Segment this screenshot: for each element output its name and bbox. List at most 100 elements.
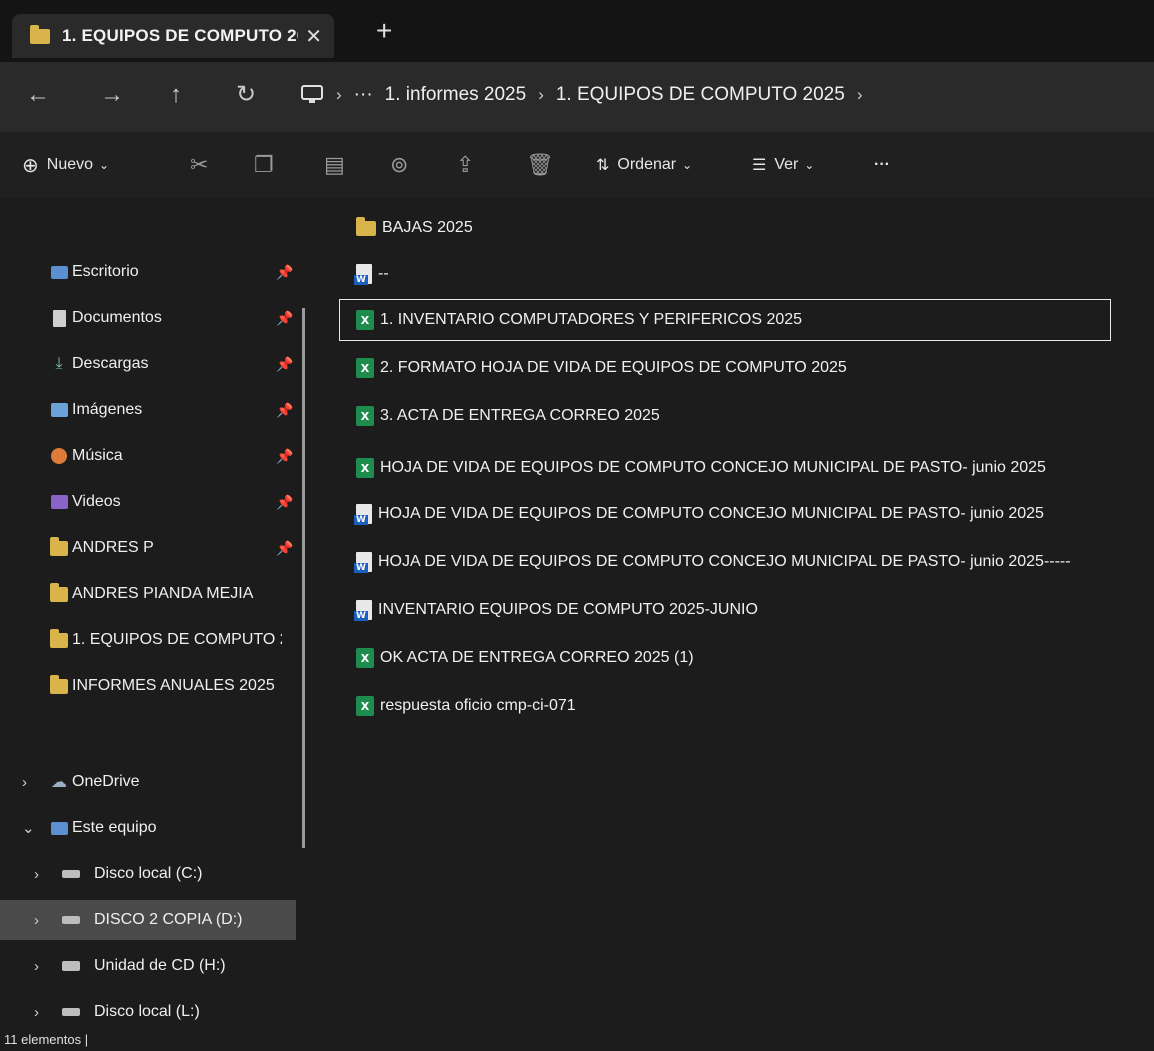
sidebar-item-documentos[interactable]: Documentos 📌 — [0, 298, 296, 338]
excel-file-icon: X — [356, 458, 374, 478]
sidebar-item-label: OneDrive — [72, 773, 140, 790]
pin-icon: 📌 — [276, 309, 294, 326]
videos-icon — [50, 493, 68, 511]
sidebar-item-label: Este equipo — [72, 819, 157, 836]
forward-arrow-icon[interactable]: → — [100, 78, 124, 112]
refresh-icon[interactable]: ↻ — [236, 78, 256, 112]
copy-icon[interactable]: ❐ — [254, 150, 274, 180]
list-item[interactable]: HOJA DE VIDA DE EQUIPOS DE COMPUTO CONCE… — [340, 494, 1106, 534]
folder-icon — [50, 628, 68, 649]
sidebar-item-este-equipo[interactable]: ⌄ Este equipo — [0, 808, 296, 848]
file-name: HOJA DE VIDA DE EQUIPOS DE COMPUTO CONCE… — [380, 459, 1046, 476]
excel-file-icon: X — [356, 696, 374, 716]
sidebar-item-imagenes[interactable]: Imágenes 📌 — [0, 390, 296, 430]
list-item[interactable]: HOJA DE VIDA DE EQUIPOS DE COMPUTO CONCE… — [340, 542, 1106, 582]
pin-icon: 📌 — [276, 493, 294, 510]
sort-button[interactable]: ⇅ Ordenar ⌄ — [596, 150, 692, 180]
sidebar-item-informes-anuales[interactable]: INFORMES ANUALES 2025 — [0, 666, 296, 706]
delete-icon[interactable]: 🗑 — [526, 150, 554, 180]
breadcrumb[interactable]: › ··· 1. informes 2025 › 1. EQUIPOS DE C… — [300, 76, 863, 114]
folder-icon — [50, 674, 68, 695]
sort-button-label: Ordenar — [617, 156, 677, 173]
list-item[interactable]: X 1. INVENTARIO COMPUTADORES Y PERIFERIC… — [339, 299, 1111, 341]
excel-file-icon: X — [356, 310, 374, 330]
monitor-icon[interactable] — [300, 85, 324, 105]
paste-icon[interactable]: ▤ — [324, 150, 345, 180]
word-file-icon — [354, 264, 372, 285]
cut-icon[interactable]: ✂ — [190, 150, 208, 180]
list-item[interactable]: X 2. FORMATO HOJA DE VIDA DE EQUIPOS DE … — [340, 348, 1106, 388]
tab-bar: 1. EQUIPOS DE COMPUTO 202 ✕ + — [0, 0, 1154, 62]
chevron-right-icon[interactable]: › — [22, 774, 27, 791]
view-button-label: Ver — [774, 156, 799, 173]
excel-file-icon: X — [356, 406, 374, 426]
sidebar-item-musica[interactable]: Música 📌 — [0, 436, 296, 476]
plus-circle-icon: ⊕ — [22, 154, 39, 177]
navigation-pane: Escritorio 📌 Documentos 📌 ⤓ Descargas 📌 … — [0, 198, 310, 1028]
file-name: BAJAS 2025 — [382, 219, 473, 236]
sidebar-item-label: INFORMES ANUALES 2025 — [72, 677, 275, 694]
chevron-right-icon: › — [538, 85, 544, 104]
pictures-icon — [50, 401, 68, 419]
sidebar-item-disco-l[interactable]: › Disco local (L:) — [0, 992, 296, 1032]
command-bar: ⊕ Nuevo ⌄ ✂ ❐ ▤ ⊚ ⇪ 🗑 ⇅ Ordenar ⌄ ☰ Ver … — [0, 132, 1154, 198]
sidebar-scrollbar[interactable] — [302, 308, 305, 848]
sidebar-item-videos[interactable]: Videos 📌 — [0, 482, 296, 522]
sidebar-item-label: DISCO 2 COPIA (D:) — [94, 911, 243, 928]
chevron-right-icon[interactable]: › — [34, 866, 39, 883]
list-item[interactable]: X HOJA DE VIDA DE EQUIPOS DE COMPUTO CON… — [340, 448, 1106, 488]
folder-icon — [50, 536, 68, 557]
breadcrumb-item-informes[interactable]: 1. informes 2025 — [385, 84, 527, 106]
view-button[interactable]: ☰ Ver ⌄ — [752, 150, 814, 180]
tab-current-folder[interactable]: 1. EQUIPOS DE COMPUTO 202 ✕ — [12, 14, 334, 58]
chevron-right-icon[interactable]: › — [34, 1004, 39, 1021]
chevron-down-icon: ⌄ — [99, 158, 110, 172]
drive-icon — [62, 911, 80, 929]
sidebar-item-descargas[interactable]: ⤓ Descargas 📌 — [0, 344, 296, 384]
share-icon[interactable]: ⇪ — [456, 150, 474, 180]
list-item[interactable]: X respuesta oficio cmp-ci-071 — [340, 686, 1106, 726]
close-icon[interactable]: ✕ — [305, 24, 322, 49]
sidebar-item-andres-pianda[interactable]: ANDRES PIANDA MEJIA — [0, 574, 296, 614]
sidebar-item-disco-c[interactable]: › Disco local (C:) — [0, 854, 296, 894]
sidebar-item-label: Documentos — [72, 309, 162, 326]
excel-file-icon: X — [356, 358, 374, 378]
breadcrumb-overflow[interactable]: ··· — [354, 84, 373, 106]
list-item[interactable]: BAJAS 2025 — [340, 208, 1106, 248]
sidebar-item-label: Imágenes — [72, 401, 143, 418]
pin-icon: 📌 — [276, 401, 294, 418]
view-icon: ☰ — [752, 157, 767, 174]
documents-icon — [50, 309, 68, 327]
new-button[interactable]: ⊕ Nuevo ⌄ — [22, 150, 109, 180]
sidebar-item-label: ANDRES P — [72, 539, 154, 556]
back-arrow-icon[interactable]: ← — [26, 78, 50, 112]
address-row: ← → ↑ ↻ › ··· 1. informes 2025 › 1. EQUI… — [0, 62, 1154, 132]
sidebar-item-disco-d[interactable]: › DISCO 2 COPIA (D:) — [0, 900, 296, 940]
computer-icon — [50, 819, 68, 837]
status-bar: 11 elementos | — [0, 1030, 1154, 1051]
chevron-right-icon[interactable]: › — [34, 958, 39, 975]
chevron-right-icon[interactable]: › — [857, 85, 863, 105]
file-name: INVENTARIO EQUIPOS DE COMPUTO 2025-JUNIO — [378, 601, 758, 618]
item-count: 11 elementos | — [4, 1032, 89, 1047]
list-item[interactable]: X OK ACTA DE ENTREGA CORREO 2025 (1) — [340, 638, 1106, 678]
file-name: OK ACTA DE ENTREGA CORREO 2025 (1) — [380, 649, 694, 666]
sidebar-item-onedrive[interactable]: › ☁ OneDrive — [0, 762, 296, 802]
sidebar-item-escritorio[interactable]: Escritorio 📌 — [0, 252, 296, 292]
word-file-icon — [354, 552, 372, 573]
sidebar-item-andres-p[interactable]: ANDRES P 📌 — [0, 528, 296, 568]
chevron-down-icon[interactable]: ⌄ — [22, 819, 35, 837]
list-item[interactable]: X 3. ACTA DE ENTREGA CORREO 2025 — [340, 396, 1106, 436]
rename-icon[interactable]: ⊚ — [390, 150, 408, 180]
sidebar-item-unidad-cd[interactable]: › Unidad de CD (H:) — [0, 946, 296, 986]
breadcrumb-item-equipos[interactable]: 1. EQUIPOS DE COMPUTO 2025 — [556, 84, 845, 106]
more-options-button[interactable]: ··· — [874, 150, 890, 180]
up-arrow-icon[interactable]: ↑ — [170, 78, 182, 112]
music-icon — [50, 447, 68, 465]
list-item[interactable]: INVENTARIO EQUIPOS DE COMPUTO 2025-JUNIO — [340, 590, 1106, 630]
new-tab-button[interactable]: + — [376, 16, 392, 46]
chevron-right-icon[interactable]: › — [34, 912, 39, 929]
sidebar-item-equipos-computo[interactable]: 1. EQUIPOS DE COMPUTO 2 — [0, 620, 296, 660]
folder-icon — [356, 216, 376, 236]
list-item[interactable]: -- — [340, 254, 1106, 294]
